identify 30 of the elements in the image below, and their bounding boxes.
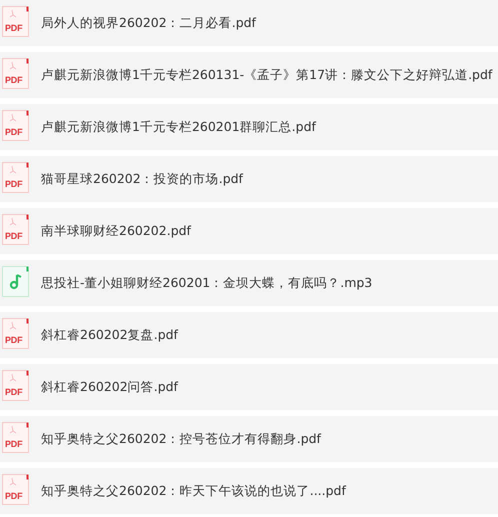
pdf-label: PDF [5, 438, 22, 448]
file-name: 斜杠睿260202复盘.pdf [41, 326, 178, 344]
file-name: 卢麒元新浪微博1千元专栏260131-《孟子》第17讲：滕文公下之好辩弘道.pdf [41, 66, 492, 84]
file-name: 思投社-董小姐聊财经260201：金坝大蝶，有底吗？.mp3 [41, 274, 372, 292]
pdf-label: PDF [5, 178, 22, 188]
file-row[interactable]: PDF 斜杠睿260202问答.pdf [0, 364, 498, 410]
file-name: 斜杠睿260202问答.pdf [41, 378, 178, 396]
pdf-label: PDF [5, 386, 22, 396]
file-row[interactable]: PDF 南半球聊财经260202.pdf [0, 208, 498, 254]
file-row[interactable]: PDF 斜杠睿260202复盘.pdf [0, 312, 498, 358]
file-row[interactable]: PDF 卢麒元新浪微博1千元专栏260131-《孟子》第17讲：滕文公下之好辩弘道.pdf [0, 52, 498, 98]
file-row[interactable]: PDF 知乎奥特之父260202：昨天下午该说的也说了....pdf [0, 468, 498, 514]
file-row[interactable]: PDF 知乎奥特之父260202：控号苍位才有得翻身.pdf [0, 416, 498, 462]
file-name: 猫哥星球260202：投资的市场.pdf [41, 170, 243, 188]
music-file-icon [2, 266, 29, 296]
pdf-label: PDF [5, 334, 22, 344]
file-name: 知乎奥特之父260202：控号苍位才有得翻身.pdf [41, 430, 321, 448]
pdf-label: PDF [5, 230, 22, 240]
pdf-label: PDF [5, 490, 22, 500]
file-row[interactable]: PDF 卢麒元新浪微博1千元专栏260201群聊汇总.pdf [0, 104, 498, 150]
file-name: 局外人的视界260202：二月必看.pdf [41, 14, 256, 32]
file-name: 南半球聊财经260202.pdf [41, 222, 191, 240]
pdf-label: PDF [5, 74, 22, 84]
file-name: 知乎奥特之父260202：昨天下午该说的也说了....pdf [41, 482, 346, 500]
file-row[interactable]: 思投社-董小姐聊财经260201：金坝大蝶，有底吗？.mp3 [0, 260, 498, 306]
file-row[interactable]: PDF 局外人的视界260202：二月必看.pdf [0, 0, 498, 46]
pdf-label: PDF [5, 126, 22, 136]
file-row[interactable]: PDF 猫哥星球260202：投资的市场.pdf [0, 156, 498, 202]
pdf-label: PDF [5, 22, 22, 32]
file-name: 卢麒元新浪微博1千元专栏260201群聊汇总.pdf [41, 118, 316, 136]
